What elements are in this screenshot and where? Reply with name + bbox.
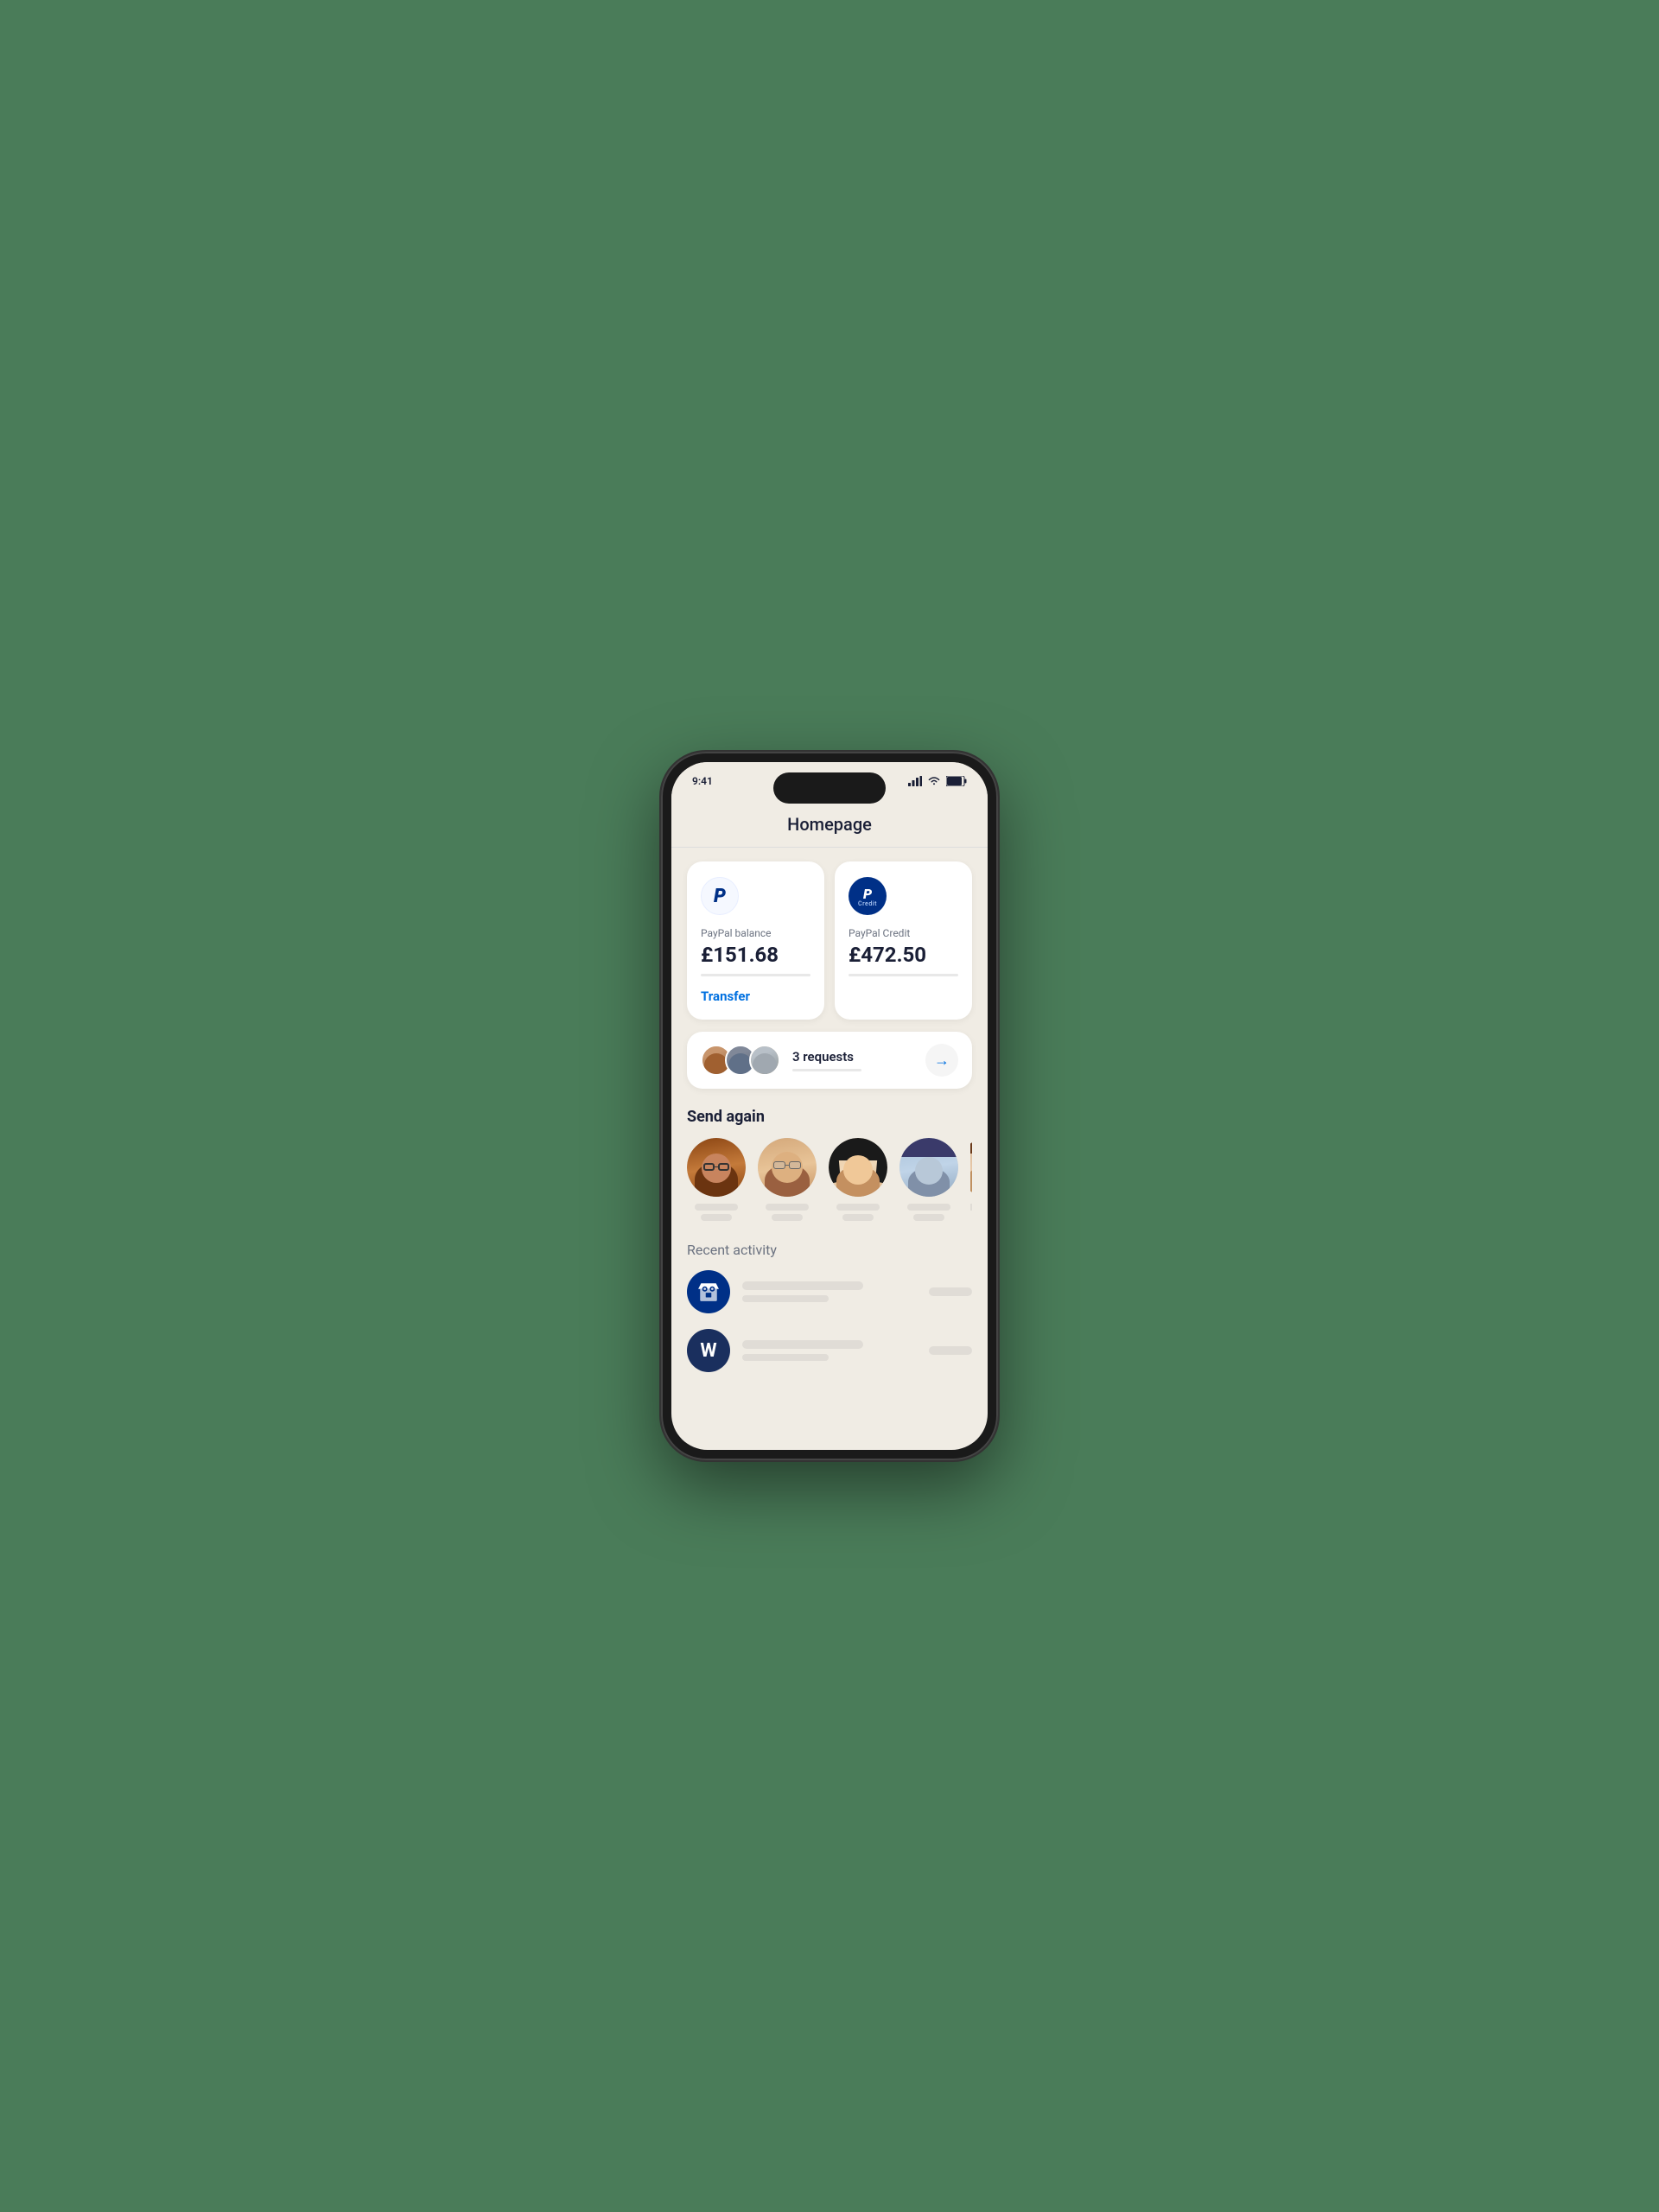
send-avatar-3 [829,1138,887,1197]
signal-icon [908,776,922,786]
phone-screen: 9:41 [671,762,988,1450]
paypal-balance-label: PayPal balance [701,927,810,939]
paypal-credit-label: PayPal Credit [849,927,958,939]
w-initial-icon: W [700,1340,716,1362]
recent-activity-title: Recent activity [687,1242,972,1258]
wifi-icon [927,776,941,786]
send-person-2[interactable] [758,1138,817,1221]
requests-arrow-button[interactable]: → [925,1044,958,1077]
paypal-credit-bar [849,974,958,976]
dynamic-island [773,772,886,804]
title-divider [671,847,988,848]
send-name-bar-4 [907,1204,950,1211]
send-avatar-4 [899,1138,958,1197]
requests-bar [792,1069,861,1071]
send-name-bar-5 [970,1204,972,1211]
send-person-1[interactable] [687,1138,746,1221]
activity-line2-2 [742,1354,829,1361]
send-avatar-1 [687,1138,746,1197]
send-person-5[interactable] [970,1138,972,1221]
activity-icon-1 [687,1270,730,1313]
request-avatar-3 [749,1045,780,1076]
send-avatar-5 [970,1138,972,1197]
paypal-balance-amount: £151.68 [701,943,810,967]
send-person-4[interactable] [899,1138,958,1221]
activity-amount-1 [929,1287,972,1296]
activity-lines-2 [742,1340,929,1361]
activity-line2-1 [742,1295,829,1302]
send-name-bar-2 [766,1204,809,1211]
credit-logo-inner: P Credit [858,886,877,907]
send-name-bar2-1 [701,1214,732,1221]
activity-line1-1 [742,1281,863,1290]
paypal-balance-card[interactable]: P PayPal balance £151.68 Transfer [687,861,824,1020]
paypal-balance-bar [701,974,810,976]
send-name-bar-3 [836,1204,880,1211]
arrow-icon: → [934,1052,950,1070]
send-name-bar2-3 [842,1214,874,1221]
activity-item-1[interactable] [687,1270,972,1313]
send-again-title: Send again [687,1108,972,1126]
paypal-logo: P [701,877,739,915]
activity-lines-1 [742,1281,929,1302]
scroll-content[interactable]: Homepage P PayPal balance £151.68 Transf… [671,800,988,1450]
phone-frame: 9:41 [661,752,998,1460]
balance-cards-row: P PayPal balance £151.68 Transfer P Cred… [687,861,972,1020]
paypal-credit-card[interactable]: P Credit PayPal Credit £472.50 [835,861,972,1020]
credit-logo: P Credit [849,877,887,915]
shop-icon [697,1281,720,1303]
activity-item-2[interactable]: W [687,1329,972,1372]
send-name-bar2-2 [772,1214,803,1221]
transfer-button[interactable]: Transfer [701,988,810,1004]
status-icons [908,776,967,786]
activity-line1-2 [742,1340,863,1349]
requests-count: 3 requests [792,1049,925,1065]
send-avatar-2 [758,1138,817,1197]
page-title: Homepage [687,800,972,847]
activity-amount-2 [929,1346,972,1355]
paypal-credit-amount: £472.50 [849,943,958,967]
send-name-bar-1 [695,1204,738,1211]
credit-text: Credit [858,900,877,907]
paypal-p-icon: P [714,886,726,907]
request-avatars [701,1045,780,1076]
time-display: 9:41 [692,775,713,787]
send-again-row [687,1138,972,1221]
activity-icon-2: W [687,1329,730,1372]
requests-card[interactable]: 3 requests → [687,1032,972,1089]
battery-icon [946,776,967,786]
send-name-bar2-4 [913,1214,944,1221]
send-person-3[interactable] [829,1138,887,1221]
requests-text: 3 requests [792,1049,925,1071]
